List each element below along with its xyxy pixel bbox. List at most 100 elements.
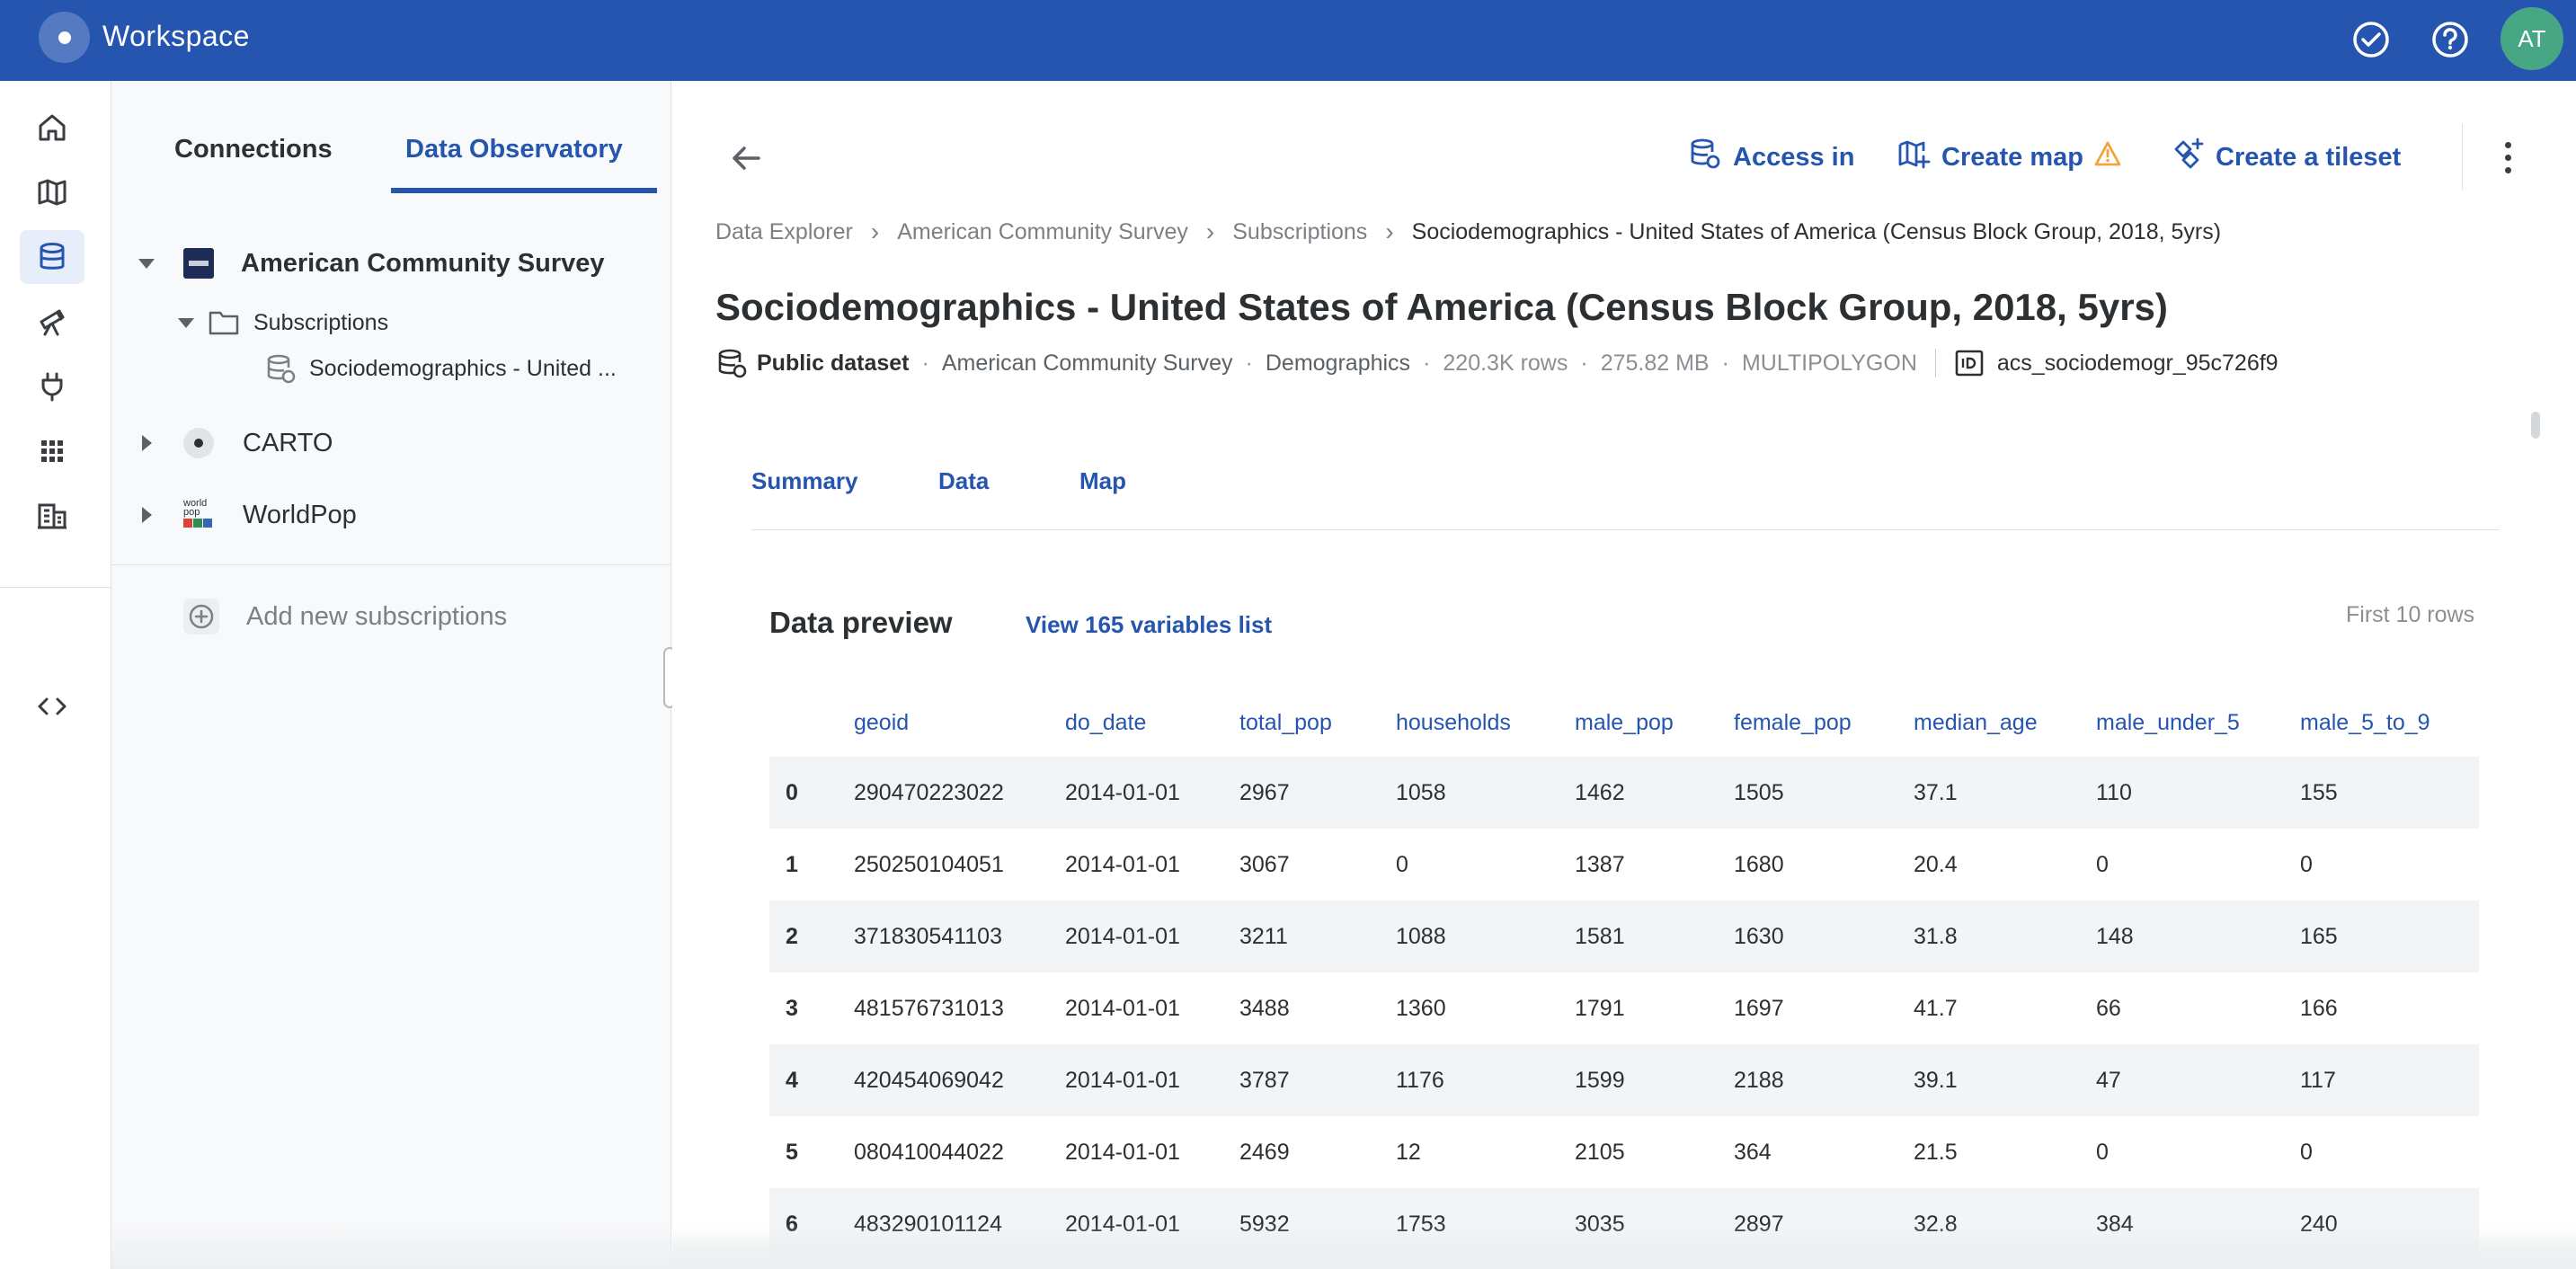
public-dataset-icon	[264, 352, 297, 385]
column-header[interactable]: male_under_5	[2096, 710, 2240, 736]
tab-summary[interactable]: Summary	[751, 467, 858, 495]
dataset-tabs: Summary Data Map	[751, 451, 2500, 530]
table-cell: 2105	[1575, 1140, 1625, 1165]
breadcrumb-provider[interactable]: American Community Survey	[897, 219, 1188, 245]
back-arrow-icon[interactable]	[728, 140, 764, 181]
column-header[interactable]: male_pop	[1575, 710, 1674, 736]
tab-data-observatory[interactable]: Data Observatory	[405, 135, 623, 164]
create-tileset-button[interactable]: Create a tileset	[2171, 137, 2401, 178]
column-header[interactable]: households	[1396, 710, 1511, 736]
tree-item-carto[interactable]: CARTO	[142, 428, 333, 458]
tab-data[interactable]: Data	[938, 467, 989, 495]
dataset-meta: Public dataset · American Community Surv…	[715, 347, 2278, 379]
active-tab-indicator	[391, 188, 657, 193]
add-new-subscriptions-button[interactable]: Add new subscriptions	[183, 599, 507, 634]
dataset-id[interactable]: acs_sociodemogr_95c726f9	[1997, 351, 2278, 377]
folder-icon	[209, 309, 239, 336]
table-cell: 3067	[1239, 852, 1290, 877]
table-cell: 165	[2300, 924, 2338, 949]
help-icon[interactable]	[2430, 20, 2470, 59]
table-row: 0 290470223022 2014-01-01 2967 1058 1462 1505 3…	[769, 757, 2479, 829]
top-bar: Workspace AT	[0, 0, 2576, 81]
column-header[interactable]: male_5_to_9	[2300, 710, 2430, 736]
caret-right-icon[interactable]	[142, 435, 152, 451]
tree-item-worldpop[interactable]: world pop WorldPop	[142, 499, 357, 531]
table-cell: 420454069042	[854, 1068, 1004, 1093]
tree-item-subscriptions[interactable]: Subscriptions	[178, 309, 388, 336]
table-cell: 21.5	[1914, 1140, 1958, 1165]
table-cell: 481576731013	[854, 996, 1004, 1021]
caret-down-icon[interactable]	[138, 258, 155, 269]
tree-item-dataset[interactable]: Sociodemographics - United ...	[264, 352, 617, 385]
table-cell: 1505	[1734, 780, 1784, 805]
caret-down-icon[interactable]	[178, 317, 194, 328]
row-index: 5	[786, 1140, 798, 1165]
table-cell: 155	[2300, 780, 2338, 805]
row-index: 1	[786, 852, 798, 877]
breadcrumb-current: Sociodemographics - United States of Ame…	[1411, 218, 2222, 244]
data-preview-title: Data preview	[769, 606, 953, 639]
table-cell: 2014-01-01	[1065, 924, 1180, 949]
tree-label: WorldPop	[243, 500, 357, 529]
table-cell: 1599	[1575, 1068, 1625, 1093]
apps-icon[interactable]	[20, 424, 84, 478]
create-map-button[interactable]: Create map	[1896, 137, 2121, 178]
view-variables-link[interactable]: View 165 variables list	[1026, 611, 1272, 639]
access-in-label: Access in	[1733, 142, 1855, 172]
check-circle-icon[interactable]	[2351, 20, 2391, 59]
tree-label: CARTO	[243, 428, 333, 457]
left-rail	[0, 81, 111, 1269]
actions-divider	[2462, 124, 2463, 191]
map-add-icon	[1896, 137, 1931, 178]
table-cell: 12	[1396, 1140, 1421, 1165]
chevron-right-icon: ›	[1385, 217, 1394, 245]
table-cell: 2014-01-01	[1065, 1140, 1180, 1165]
avatar[interactable]: AT	[2500, 7, 2563, 70]
column-header[interactable]: geoid	[854, 710, 909, 736]
breadcrumb-data-explorer[interactable]: Data Explorer	[715, 219, 853, 245]
table-cell: 3787	[1239, 1068, 1290, 1093]
tree-label: American Community Survey	[241, 248, 605, 278]
page-title: Sociodemographics - United States of Ame…	[715, 286, 2168, 328]
table-cell: 3211	[1239, 924, 1288, 949]
breadcrumb-subscriptions[interactable]: Subscriptions	[1232, 219, 1367, 245]
table-cell: 1387	[1575, 852, 1625, 877]
rail-divider	[0, 587, 111, 588]
data-icon[interactable]	[20, 230, 84, 284]
carto-logo-icon[interactable]	[39, 12, 90, 63]
scrollbar-thumb[interactable]	[2531, 412, 2540, 439]
column-header[interactable]: female_pop	[1734, 710, 1852, 736]
column-header[interactable]: do_date	[1065, 710, 1146, 736]
telescope-icon[interactable]	[20, 295, 84, 349]
building-icon[interactable]	[20, 489, 84, 543]
table-cell: 1462	[1575, 780, 1625, 805]
caret-right-icon[interactable]	[142, 507, 152, 523]
access-in-button[interactable]: Access in	[1688, 137, 1854, 178]
code-icon[interactable]	[20, 679, 84, 733]
column-header[interactable]: total_pop	[1239, 710, 1332, 736]
table-cell: 2469	[1239, 1140, 1290, 1165]
table-row: 1 250250104051 2014-01-01 3067 0 1387 1680 20.4…	[769, 829, 2479, 901]
home-icon[interactable]	[20, 101, 84, 155]
table-cell: 0	[1396, 852, 1408, 877]
column-header[interactable]: median_age	[1914, 710, 2038, 736]
dataset-provider: American Community Survey	[941, 350, 1233, 376]
more-options-icon[interactable]	[2502, 140, 2513, 176]
tab-map[interactable]: Map	[1079, 467, 1126, 495]
create-tileset-label: Create a tileset	[2216, 142, 2402, 172]
table-cell: 39.1	[1914, 1068, 1958, 1093]
table-cell: 1088	[1396, 924, 1446, 949]
app-title: Workspace	[102, 20, 250, 52]
row-index: 4	[786, 1068, 798, 1093]
worldpop-logo-icon: world pop	[183, 499, 216, 531]
tree-item-american-community-survey[interactable]: American Community Survey	[138, 248, 605, 279]
table-cell: 2014-01-01	[1065, 852, 1180, 877]
table-row: 3 481576731013 2014-01-01 3488 1360 1791 1697 4…	[769, 972, 2479, 1044]
carto-logo-icon	[183, 428, 214, 458]
tab-connections[interactable]: Connections	[174, 135, 333, 164]
table-cell: 1176	[1396, 1068, 1444, 1093]
map-icon[interactable]	[20, 165, 84, 219]
table-row: 4 420454069042 2014-01-01 3787 1176 1599 2188 3…	[769, 1044, 2479, 1116]
table-cell: 3488	[1239, 996, 1290, 1021]
plug-icon[interactable]	[20, 359, 84, 413]
